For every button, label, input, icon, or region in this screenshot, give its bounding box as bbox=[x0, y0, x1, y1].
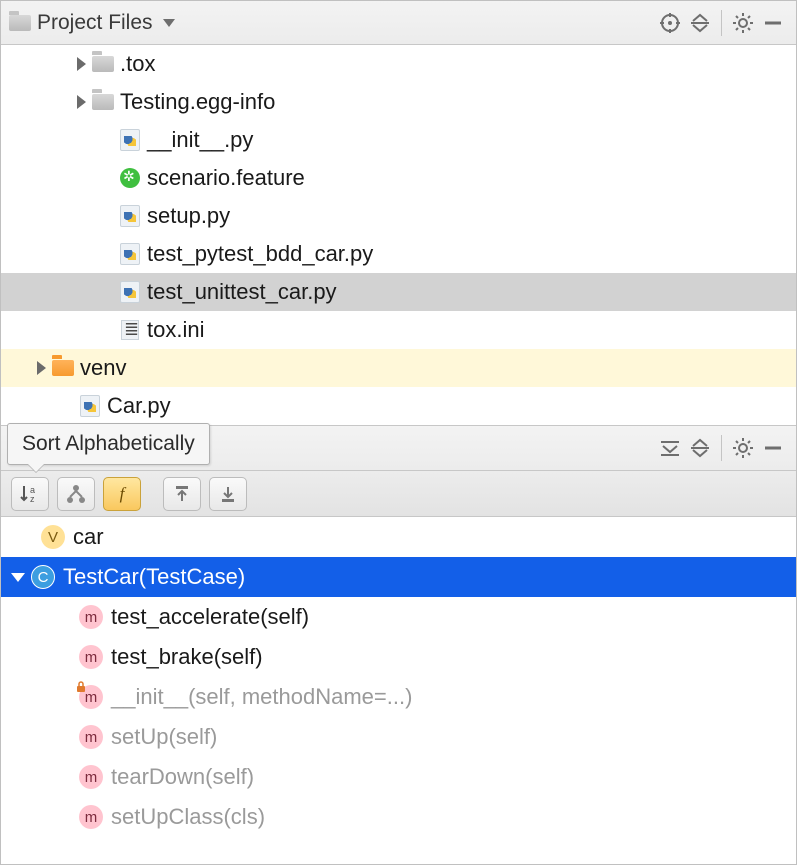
structure-toolbar: az f bbox=[1, 471, 796, 517]
project-selector[interactable]: Project Files bbox=[9, 11, 175, 35]
structure-row[interactable]: m__init__(self, methodName=...) bbox=[1, 677, 796, 717]
file-tree-row[interactable]: Car.py bbox=[1, 387, 796, 425]
locate-button[interactable] bbox=[655, 8, 685, 38]
project-file-tree[interactable]: .tox Testing.egg-info __init__.py scenario.… bbox=[1, 45, 796, 425]
structure-row[interactable]: m tearDown(self) bbox=[1, 757, 796, 797]
file-tree-row[interactable]: .tox bbox=[1, 45, 796, 83]
structure-label: tearDown(self) bbox=[111, 764, 254, 790]
file-name: test_unittest_car.py bbox=[147, 279, 337, 305]
structure-hide-button[interactable] bbox=[758, 433, 788, 463]
method-icon: m bbox=[79, 645, 103, 669]
file-name: setup.py bbox=[147, 203, 230, 229]
scroll-from-source-button[interactable] bbox=[163, 477, 201, 511]
separator bbox=[721, 435, 722, 461]
method-icon: m bbox=[79, 725, 103, 749]
disclosure-triangle-icon[interactable] bbox=[37, 361, 46, 375]
svg-text:z: z bbox=[30, 494, 35, 504]
expand-all-button[interactable] bbox=[655, 433, 685, 463]
file-tree-row[interactable]: test_pytest_bdd_car.py bbox=[1, 235, 796, 273]
file-name: test_pytest_bdd_car.py bbox=[147, 241, 373, 267]
sort-alpha-button[interactable]: az bbox=[11, 477, 49, 511]
file-name: scenario.feature bbox=[147, 165, 305, 191]
structure-row[interactable]: C TestCar(TestCase) bbox=[1, 557, 796, 597]
structure-label: car bbox=[73, 524, 104, 550]
structure-label: __init__(self, methodName=...) bbox=[111, 684, 412, 710]
file-name: Testing.egg-info bbox=[120, 89, 275, 115]
file-name: tox.ini bbox=[147, 317, 204, 343]
python-file-icon bbox=[119, 281, 141, 303]
file-tree-row[interactable]: setup.py bbox=[1, 197, 796, 235]
file-tree-row[interactable]: tox.ini bbox=[1, 311, 796, 349]
config-file-icon bbox=[119, 319, 141, 341]
structure-row[interactable]: Vcar bbox=[1, 517, 796, 557]
structure-row[interactable]: m setUpClass(cls) bbox=[1, 797, 796, 837]
show-inherited-button[interactable] bbox=[57, 477, 95, 511]
structure-label: TestCar(TestCase) bbox=[63, 564, 245, 590]
structure-header: Sort Alphabetically bbox=[1, 425, 796, 471]
python-file-icon bbox=[119, 205, 141, 227]
project-title: Project Files bbox=[37, 11, 153, 35]
file-name: .tox bbox=[120, 51, 155, 77]
feature-file-icon bbox=[119, 167, 141, 189]
tooltip: Sort Alphabetically bbox=[7, 423, 210, 465]
structure-settings-button[interactable] bbox=[728, 433, 758, 463]
structure-tree[interactable]: Vcar C TestCar(TestCase) m test_accelerate(s… bbox=[1, 517, 796, 837]
file-tree-row[interactable]: test_unittest_car.py bbox=[1, 273, 796, 311]
method-icon: m bbox=[79, 765, 103, 789]
disclosure-triangle-icon[interactable] bbox=[77, 57, 86, 71]
folder-icon bbox=[9, 15, 31, 31]
collapse-all-button[interactable] bbox=[685, 8, 715, 38]
file-tree-row[interactable]: __init__.py bbox=[1, 121, 796, 159]
class-icon: C bbox=[31, 565, 55, 589]
structure-label: test_accelerate(self) bbox=[111, 604, 309, 630]
show-fields-button[interactable]: f bbox=[103, 477, 141, 511]
file-tree-row[interactable]: Testing.egg-info bbox=[1, 83, 796, 121]
settings-button[interactable] bbox=[728, 8, 758, 38]
disclosure-triangle-icon[interactable] bbox=[11, 573, 25, 582]
separator bbox=[721, 10, 722, 36]
structure-label: test_brake(self) bbox=[111, 644, 263, 670]
autoscroll-button[interactable] bbox=[209, 477, 247, 511]
python-file-icon bbox=[119, 129, 141, 151]
folder-icon bbox=[52, 357, 74, 379]
structure-label: setUp(self) bbox=[111, 724, 217, 750]
python-file-icon bbox=[119, 243, 141, 265]
folder-icon bbox=[92, 91, 114, 113]
project-files-header: Project Files bbox=[1, 1, 796, 45]
variable-icon: V bbox=[41, 525, 65, 549]
collapse-all-structure-button[interactable] bbox=[685, 433, 715, 463]
file-tree-row[interactable]: scenario.feature bbox=[1, 159, 796, 197]
folder-icon bbox=[92, 53, 114, 75]
method-icon: m bbox=[79, 605, 103, 629]
structure-label: setUpClass(cls) bbox=[111, 804, 265, 830]
structure-row[interactable]: m setUp(self) bbox=[1, 717, 796, 757]
hide-button[interactable] bbox=[758, 8, 788, 38]
file-name: venv bbox=[80, 355, 126, 381]
file-name: Car.py bbox=[107, 393, 171, 419]
structure-row[interactable]: m test_accelerate(self) bbox=[1, 597, 796, 637]
chevron-down-icon bbox=[163, 19, 175, 27]
structure-row[interactable]: m test_brake(self) bbox=[1, 637, 796, 677]
disclosure-triangle-icon[interactable] bbox=[77, 95, 86, 109]
file-name: __init__.py bbox=[147, 127, 253, 153]
method-icon: m bbox=[79, 805, 103, 829]
file-tree-row[interactable]: venv bbox=[1, 349, 796, 387]
python-file-icon bbox=[79, 395, 101, 417]
